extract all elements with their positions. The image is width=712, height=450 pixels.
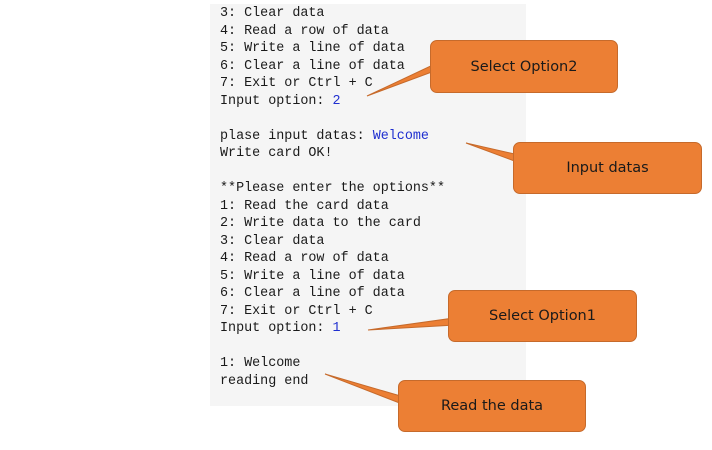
callout-read-the-data: Read the data [398,380,586,432]
callout-select-option2: Select Option2 [430,40,618,93]
callout-arrow-read-the-data [324,373,405,405]
callout-arrow-input-datas [465,142,520,163]
callout-label: Select Option2 [470,58,578,75]
callout-select-option1: Select Option1 [448,290,637,342]
callout-arrow-select-option1 [367,317,456,331]
callout-label: Read the data [440,398,544,414]
callout-label: Select Option1 [489,308,596,324]
callout-input-datas: Input datas [513,142,702,194]
callout-label: Input datas [566,160,649,176]
